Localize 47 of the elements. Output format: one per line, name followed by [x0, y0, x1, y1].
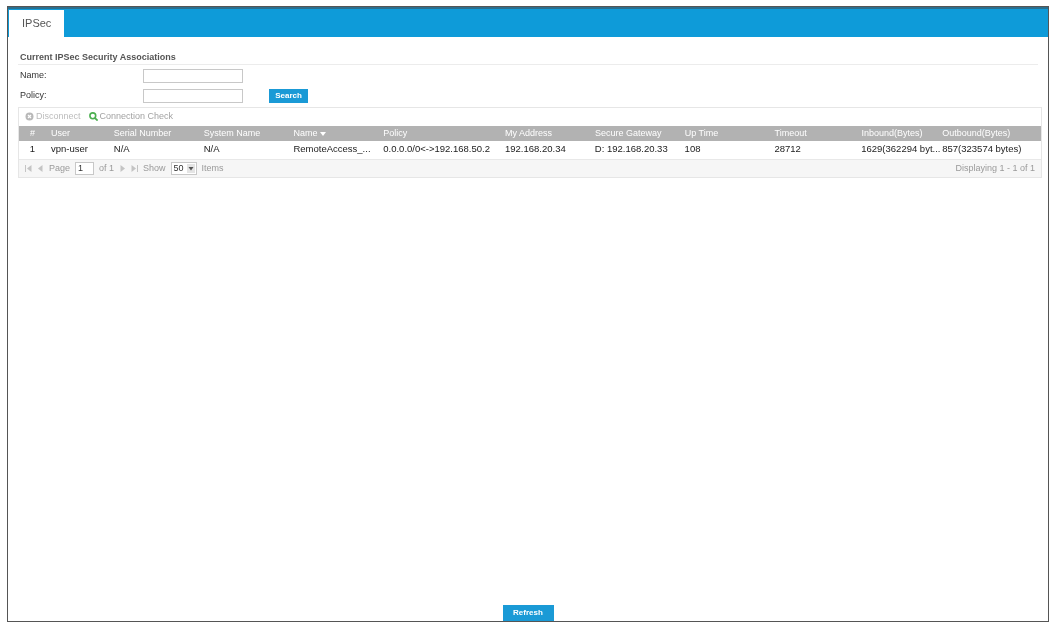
- column-header[interactable]: #: [19, 126, 46, 141]
- magnifier-icon: [88, 112, 98, 121]
- column-header[interactable]: Name: [288, 126, 379, 141]
- show-label: Show: [143, 161, 166, 175]
- column-header[interactable]: Timeout: [769, 126, 857, 141]
- field-label: Name:: [20, 69, 48, 83]
- toolbar-button[interactable]: Connection Check: [88, 109, 174, 124]
- x-circle-icon: [25, 112, 34, 121]
- table-cell-text: N/A: [202, 142, 221, 157]
- table-cell-text: D: 192.168.20.33: [593, 142, 669, 157]
- table-cell-text: vpn-user: [49, 142, 89, 157]
- column-header[interactable]: Inbound(Bytes): [856, 126, 938, 141]
- table-cell-text: 108: [683, 142, 702, 157]
- prev-page-icon[interactable]: [37, 165, 44, 172]
- page-input[interactable]: 1: [75, 162, 95, 175]
- table-cell-text: 1: [28, 142, 37, 157]
- column-header[interactable]: Outbound(Bytes): [937, 126, 1041, 141]
- section-title: Current IPSec Security Associations: [18, 51, 1038, 65]
- column-header[interactable]: Secure Gateway: [589, 126, 680, 141]
- text-field[interactable]: [143, 69, 243, 83]
- search-button[interactable]: Search: [269, 89, 308, 103]
- table-cell-text: N/A: [112, 142, 131, 157]
- column-header[interactable]: System Name: [198, 126, 289, 141]
- table-cell-text: 28712: [773, 142, 802, 157]
- column-header[interactable]: User: [45, 126, 109, 141]
- table-cell-text: RemoteAccess_...: [292, 142, 372, 157]
- result-count: Displaying 1 - 1 of 1: [955, 161, 1035, 175]
- first-page-icon[interactable]: [25, 165, 32, 172]
- items-label: Items: [201, 161, 224, 175]
- column-header[interactable]: Serial Number: [108, 126, 199, 141]
- field-label: Policy:: [20, 89, 48, 103]
- next-page-icon[interactable]: [119, 165, 127, 172]
- column-header[interactable]: Up Time: [679, 126, 770, 141]
- table-cell-text: 0.0.0.0/0<->192.168.50.2: [382, 142, 491, 157]
- column-header[interactable]: My Address: [500, 126, 590, 141]
- page-count: of 1: [99, 161, 115, 175]
- tab[interactable]: IPSec: [9, 10, 65, 37]
- caret-down-icon: [186, 164, 195, 173]
- sort-down-icon: [320, 131, 327, 136]
- table-cell-text: 1629(362294 byt...: [860, 142, 938, 157]
- column-header[interactable]: Policy: [378, 126, 501, 141]
- text-field[interactable]: [143, 89, 243, 103]
- table-cell-text: 192.168.20.34: [504, 142, 567, 157]
- last-page-icon[interactable]: [131, 165, 139, 172]
- page-label: Page: [49, 161, 71, 175]
- refresh-button[interactable]: Refresh: [502, 605, 554, 621]
- page-size-select[interactable]: 50: [170, 162, 197, 175]
